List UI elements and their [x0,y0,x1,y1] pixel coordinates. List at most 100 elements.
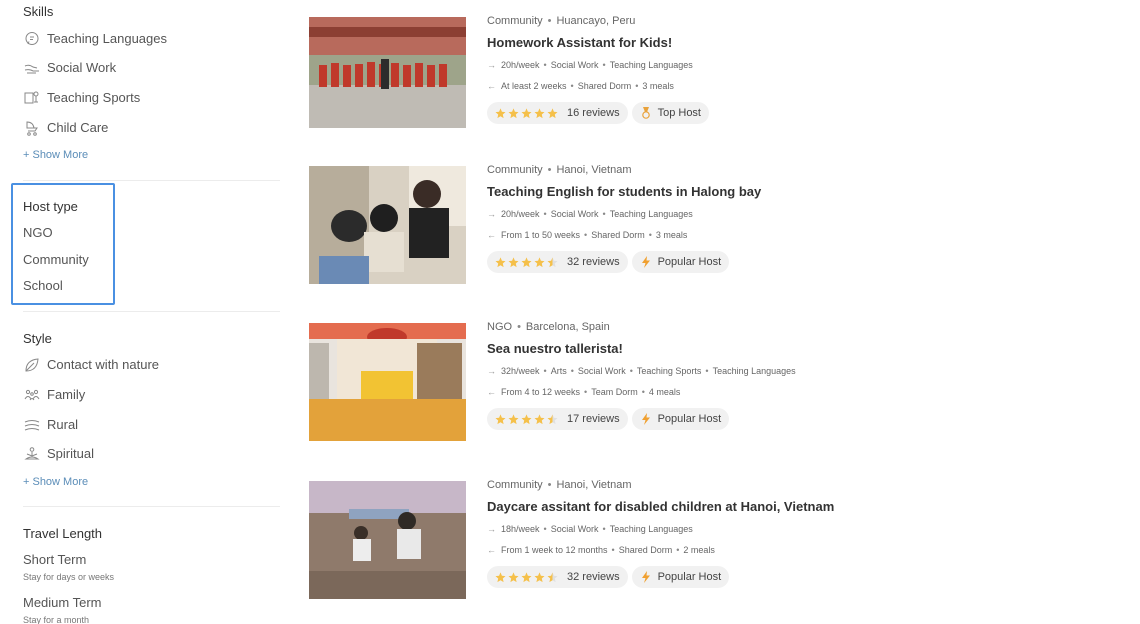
star-rating [495,413,560,425]
skills-show-more-link[interactable]: + Show More [23,149,88,161]
listing-host-type: Community [487,479,543,491]
star-icon [521,413,532,424]
listing-meta: NGO • Barcelona, Spain [487,320,887,334]
arrow-left-icon: ← [487,545,496,555]
star-rating [495,571,560,583]
filter-label: Rural [47,417,79,432]
listing-duration: From 1 to 50 weeks [501,230,581,240]
separator-dot: • [543,366,547,376]
filter-medium-term[interactable]: Medium Term [23,595,102,610]
lightning-icon [641,571,650,583]
filter-teaching-sports[interactable]: Teaching Sports [23,89,140,106]
listing-photo[interactable] [309,323,466,441]
sports-icon [23,89,40,106]
listing-hours: 18h/week [501,524,540,534]
listing-title[interactable]: Teaching English for students in Halong … [487,184,887,200]
listing-stay-details: ← From 1 week to 12 months • Shared Dorm • 2 … [487,544,887,556]
separator-dot: • [648,230,652,240]
style-show-more-link[interactable]: + Show More [23,476,88,488]
listing-stay-details: ← From 1 to 50 weeks • Shared Dorm • 3 meals [487,229,887,241]
listing-card[interactable]: NGO • Barcelona, Spain Sea nuestro talleris… [309,321,869,441]
meditation-icon [23,445,40,462]
filter-child-care[interactable]: Child Care [23,119,108,136]
listing-skill-tag: Social Work [550,524,599,534]
separator-dot: • [543,209,547,219]
listing-meals: 2 meals [683,545,715,555]
filter-label: Spiritual [47,446,94,461]
rating-pill[interactable]: 32 reviews [487,566,628,588]
filter-host-school[interactable]: School [23,278,63,293]
listing-skill-tag: Arts [550,366,567,376]
separator-dot: • [611,545,615,555]
listing-work-details: → 20h/week • Social Work • Teaching Languages [487,208,887,220]
listing-photo[interactable] [309,166,466,284]
separator-dot: • [584,387,588,397]
review-count: 17 reviews [567,413,620,425]
listing-skill-tag: Social Work [550,60,599,70]
listing-work-details: → 32h/week • Arts • Social Work • Teaching Spor… [487,365,887,377]
hands-icon [23,59,40,76]
host-badge: Popular Host [631,251,730,273]
listing-title[interactable]: Daycare assitant for disabled children a… [487,499,887,515]
listing-badges: 32 reviews Popular Host [487,251,887,273]
filter-label: Contact with nature [47,357,160,372]
listing-card[interactable]: Community • Hanoi, Vietnam Teaching English… [309,164,869,284]
star-rating [495,107,560,119]
listing-meta: Community • Hanoi, Vietnam [487,478,887,492]
listing-title[interactable]: Homework Assistant for Kids! [487,35,887,51]
divider [23,311,280,312]
rating-pill[interactable]: 16 reviews [487,102,628,124]
listing-skill-tag: Teaching Sports [636,366,702,376]
listing-skill-tag: Teaching Languages [609,60,693,70]
rating-pill[interactable]: 32 reviews [487,251,628,273]
star-rating [495,256,560,268]
filter-teaching-languages[interactable]: Teaching Languages [23,30,167,47]
separator-dot: • [543,60,547,70]
family-icon [23,386,40,403]
filter-social-work[interactable]: Social Work [23,59,116,76]
listing-stay-details: ← From 4 to 12 weeks • Team Dorm • 4 meals [487,386,887,398]
listing-meals: 3 meals [642,81,674,91]
star-icon [495,107,506,118]
medium-term-description: Stay for a month [23,615,90,624]
separator-dot: • [635,81,639,91]
star-icon [495,256,506,267]
rating-pill[interactable]: 17 reviews [487,408,628,430]
star-icon [495,413,506,424]
filter-label: Child Care [47,120,109,135]
separator-dot: • [602,524,606,534]
filter-host-community[interactable]: Community [23,252,89,267]
listing-photo[interactable] [309,17,466,128]
listing-accommodation: Team Dorm [591,387,638,397]
star-icon [521,107,532,118]
host-badge-label: Popular Host [657,413,722,425]
star-icon [534,413,545,424]
filter-host-ngo[interactable]: NGO [23,225,53,240]
listing-card[interactable]: Community • Hanoi, Vietnam Daycare assitant… [309,479,869,599]
filter-spiritual[interactable]: Spiritual [23,445,94,462]
filter-label: Social Work [47,60,117,75]
stroller-icon [23,119,40,136]
separator-dot: • [602,209,606,219]
listing-duration: At least 2 weeks [501,81,567,91]
listing-photo[interactable] [309,481,466,599]
listing-meta: Community • Huancayo, Peru [487,14,887,28]
listing-card[interactable]: Community • Huancayo, Peru Homework Assista… [309,15,869,129]
filter-contact-with-nature[interactable]: Contact with nature [23,356,159,373]
filter-short-term[interactable]: Short Term [23,552,86,567]
listing-location: Hanoi, Vietnam [556,479,632,491]
host-badge: Popular Host [631,566,730,588]
host-badge-label: Top Host [657,107,701,119]
separator-dot: • [705,366,709,376]
filter-family[interactable]: Family [23,386,85,403]
filter-rural[interactable]: Rural [23,416,78,433]
host-badge-label: Popular Host [657,571,722,583]
listing-title[interactable]: Sea nuestro tallerista! [487,341,887,357]
separator-dot: • [676,545,680,555]
listing-meals: 3 meals [655,230,688,240]
listing-duration: From 1 week to 12 months [501,545,608,555]
arrow-right-icon: → [487,209,496,219]
listing-duration: From 4 to 12 weeks [501,387,581,397]
arrow-left-icon: ← [487,387,496,397]
arrow-left-icon: ← [487,81,496,91]
